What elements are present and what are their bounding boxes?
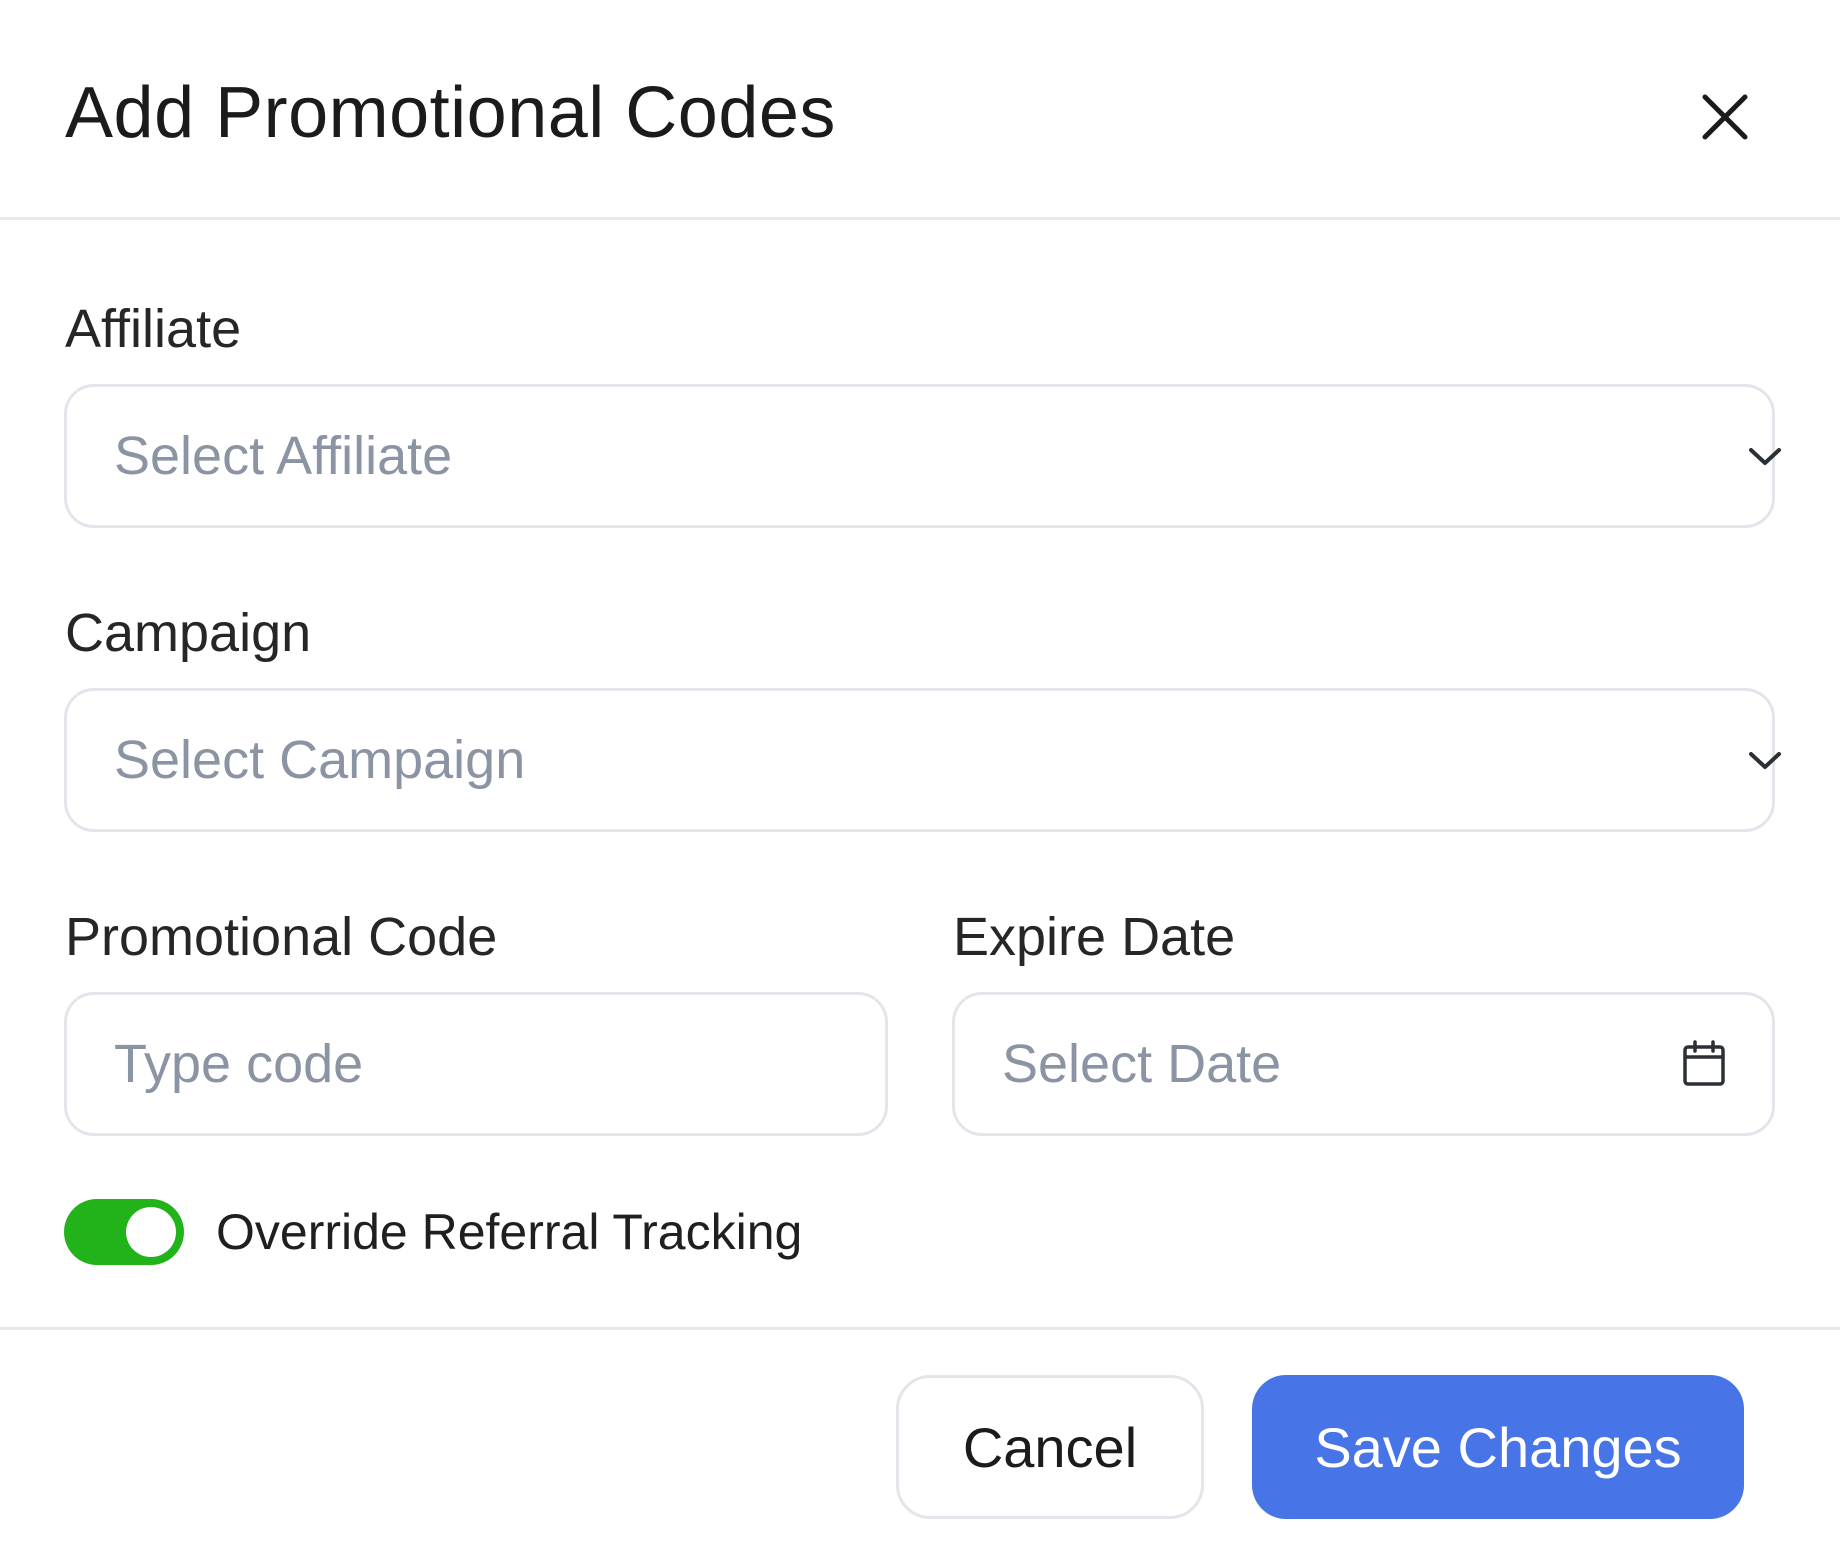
promo-code-input[interactable]: Type code bbox=[64, 992, 888, 1136]
cancel-button[interactable]: Cancel bbox=[896, 1375, 1204, 1519]
expire-date-placeholder: Select Date bbox=[1002, 1034, 1282, 1094]
campaign-select[interactable]: Select Campaign bbox=[64, 688, 1781, 832]
expire-date-label: Expire Date bbox=[953, 907, 1236, 967]
affiliate-placeholder: Select Affiliate bbox=[114, 426, 453, 486]
chevron-down-icon bbox=[1743, 441, 1787, 471]
campaign-placeholder: Select Campaign bbox=[114, 730, 526, 790]
promo-code-label: Promotional Code bbox=[65, 907, 498, 967]
affiliate-select[interactable]: Select Affiliate bbox=[64, 384, 1781, 528]
promo-code-placeholder: Type code bbox=[114, 1034, 364, 1094]
toggle-knob bbox=[126, 1207, 176, 1257]
calendar-icon[interactable] bbox=[1680, 1039, 1728, 1089]
chevron-down-icon bbox=[1743, 745, 1787, 775]
add-promo-codes-dialog: Add Promotional Codes Affiliate Select A… bbox=[0, 0, 1840, 1568]
dialog-title: Add Promotional Codes bbox=[65, 73, 836, 153]
close-icon bbox=[1690, 82, 1760, 152]
footer-divider bbox=[0, 1327, 1840, 1330]
save-changes-button[interactable]: Save Changes bbox=[1252, 1375, 1744, 1519]
campaign-label: Campaign bbox=[65, 603, 312, 663]
affiliate-label: Affiliate bbox=[65, 299, 242, 359]
expire-date-input[interactable]: Select Date bbox=[952, 992, 1775, 1136]
override-referral-label: Override Referral Tracking bbox=[216, 1204, 803, 1260]
dialog-header: Add Promotional Codes bbox=[0, 0, 1840, 220]
close-button[interactable] bbox=[1690, 82, 1760, 152]
override-referral-toggle[interactable] bbox=[64, 1199, 184, 1265]
